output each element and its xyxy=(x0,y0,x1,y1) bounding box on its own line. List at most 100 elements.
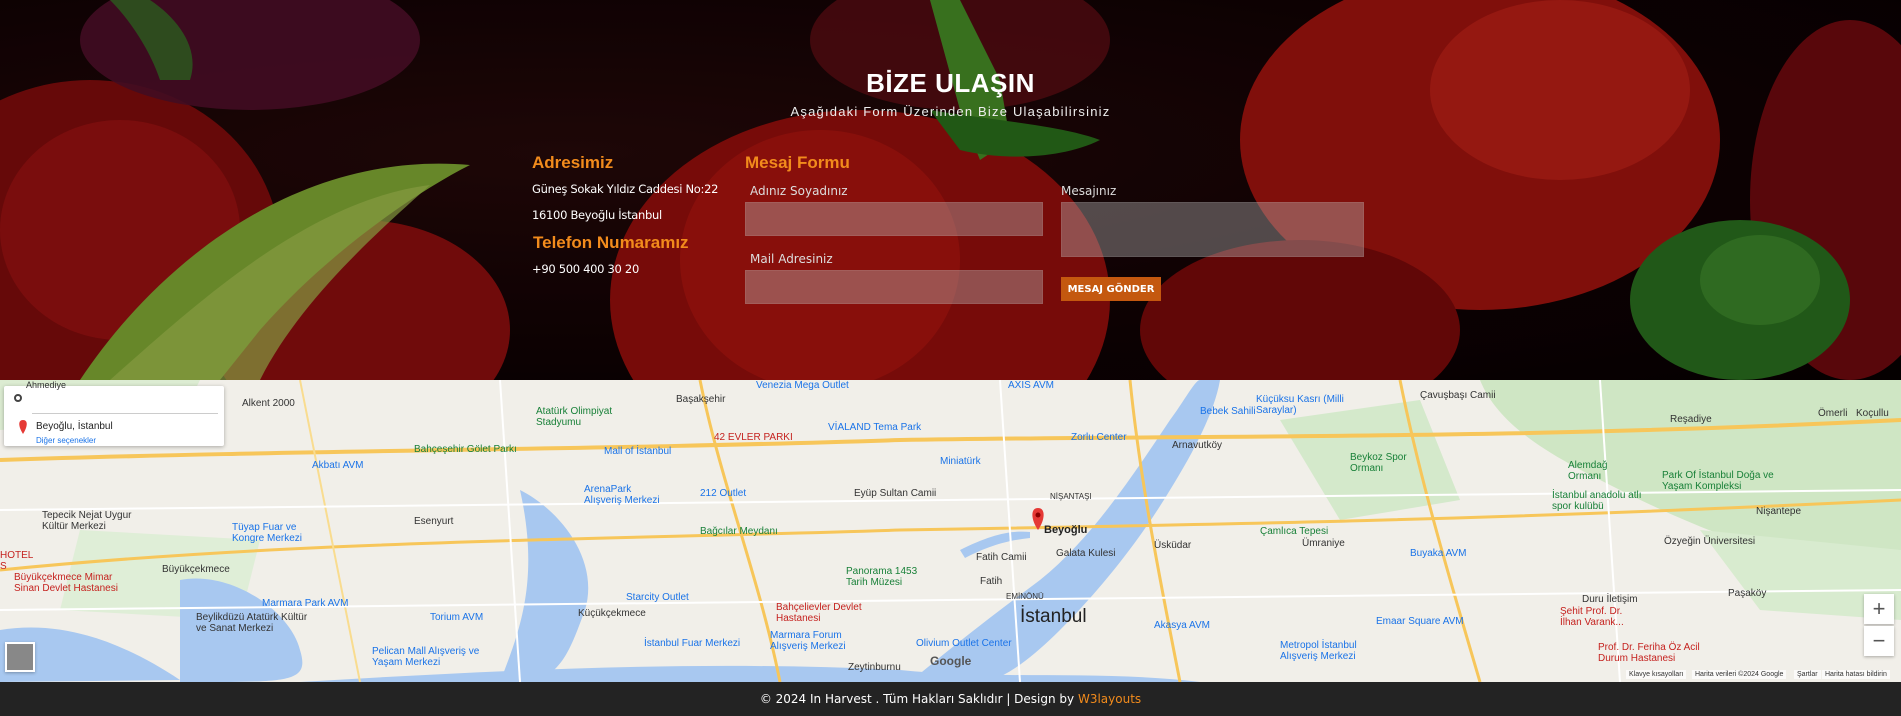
map-label: Şehit Prof. Dr. İlhan Varank... xyxy=(1560,606,1624,628)
mail-input[interactable] xyxy=(745,270,1043,304)
map-label: Bahçelievler Devlet Hastanesi xyxy=(776,602,862,624)
map-label: 212 Outlet xyxy=(700,488,747,499)
google-logo: Google xyxy=(930,654,972,668)
map-data-attribution: Harita verileri ©2024 Google xyxy=(1692,670,1787,679)
map-label: Küçüksu Kasrı (Milli Saraylar) xyxy=(1256,394,1344,416)
origin-input[interactable] xyxy=(32,390,218,408)
map-label: Beylikdüzü Atatürk Kültür ve Sanat Merke… xyxy=(196,612,308,634)
phone-heading: Telefon Numaramız xyxy=(533,233,689,252)
map-label: Nişantepe xyxy=(1756,506,1802,517)
map-label: Akasya AVM xyxy=(1154,620,1210,631)
w3layouts-link[interactable]: W3layouts xyxy=(1078,692,1141,706)
map-label: Zeytinburnu xyxy=(848,662,901,673)
name-label: Adınız Soyadınız xyxy=(750,184,848,198)
map-label: Koçullu xyxy=(1856,408,1889,419)
map-label: Çavuşbaşı Camii xyxy=(1420,390,1496,401)
site-footer: © 2024 In Harvest . Tüm Hakları Saklıdır… xyxy=(0,682,1901,716)
zoom-out-button[interactable]: − xyxy=(1864,626,1894,656)
address-heading: Adresimiz xyxy=(532,153,614,172)
map-label: Duru İletişim xyxy=(1582,594,1638,605)
map-label: Arnavutköy xyxy=(1172,440,1223,451)
contact-section: BİZE ULAŞIN Aşağıdaki Form Üzerinden Biz… xyxy=(0,0,1901,380)
map-label: Bağcılar Meydanı xyxy=(700,526,778,537)
location-marker-label: Beyoğlu xyxy=(1044,524,1088,536)
send-message-button[interactable]: MESAJ GÖNDER xyxy=(1061,277,1161,301)
address-line-2: 16100 Beyoğlu İstanbul xyxy=(532,208,662,222)
map-label: Starcity Outlet xyxy=(626,592,689,603)
map-label: Başakşehir xyxy=(676,394,726,405)
map-label: Bebek Sahili xyxy=(1200,406,1256,417)
map-label: İstanbul anadolu atlı spor kulübü xyxy=(1552,490,1642,512)
map-label: Emaar Square AVM xyxy=(1376,616,1464,627)
city-label: İstanbul xyxy=(1020,606,1087,627)
map-label: EMİNÖNÜ xyxy=(1006,592,1044,601)
map-label: Eyüp Sultan Camii xyxy=(854,488,937,499)
copyright-text: © 2024 In Harvest . Tüm Hakları Saklıdır… xyxy=(0,692,1901,706)
map-label: Tüyap Fuar ve Kongre Merkezi xyxy=(232,522,303,544)
destination-text: Beyoğlu, İstanbul xyxy=(36,421,113,432)
map-label: Özyeğin Üniversitesi xyxy=(1664,536,1756,547)
map-label: Marmara Park AVM xyxy=(262,598,349,609)
map-label: Panorama 1453 Tarih Müzesi xyxy=(846,566,918,588)
map-embed[interactable]: Beyoğlu, İstanbul Diğer seçenekler Alken… xyxy=(0,380,1901,682)
map-label: Alkent 2000 xyxy=(242,398,295,409)
map-label: Torium AVM xyxy=(430,612,484,623)
map-label: Fatih xyxy=(980,576,1003,587)
map-label: Büyükçekmece xyxy=(162,564,230,575)
map-label: Zorlu Center xyxy=(1071,432,1127,443)
map-label: Büyükçekmece Mimar Sinan Devlet Hastanes… xyxy=(14,572,118,594)
map-label: Akbatı AVM xyxy=(312,460,364,471)
map-label: Tepecik Nejat Uygur Kültür Merkezi xyxy=(42,510,132,532)
map-label: Üsküdar xyxy=(1154,540,1192,551)
destination-pin-icon xyxy=(19,420,27,434)
map-label: Paşaköy xyxy=(1728,588,1767,599)
map-label: Atatürk Olimpiyat Stadyumu xyxy=(536,406,613,428)
map-label: 42 EVLER PARKI xyxy=(714,432,793,443)
map-label: Esenyurt xyxy=(414,516,454,527)
terms-link[interactable]: Şartlar xyxy=(1794,670,1821,679)
map-label: Pelican Mall Alışveriş ve Yaşam Merkezi xyxy=(372,646,480,668)
map-label: HOTEL S xyxy=(0,550,33,572)
map-label: Alemdağ Ormanı xyxy=(1568,460,1608,482)
message-textarea[interactable] xyxy=(1061,202,1364,257)
map-label: Ahmediye xyxy=(26,380,67,390)
map-label: Çamlıca Tepesi xyxy=(1260,526,1329,537)
map-label: Miniatürk xyxy=(940,456,981,467)
origin-icon xyxy=(14,394,22,402)
directions-card[interactable]: Beyoğlu, İstanbul Diğer seçenekler xyxy=(4,386,224,446)
map-label: Ümraniye xyxy=(1302,538,1345,549)
map-label: Park Of İstanbul Doğa ve Yaşam Kompleksi xyxy=(1662,470,1774,492)
mail-label: Mail Adresiniz xyxy=(750,252,833,266)
map-label: Reşadiye xyxy=(1670,414,1712,425)
phone-number: +90 500 400 30 20 xyxy=(532,262,639,276)
map-label: Ömerli xyxy=(1818,408,1848,419)
more-options-link[interactable]: Diğer seçenekler xyxy=(36,436,96,445)
copyright-label: © 2024 In Harvest . Tüm Hakları Saklıdır… xyxy=(759,692,1078,706)
address-line-1: Güneş Sokak Yıldız Caddesi No:22 xyxy=(532,182,719,196)
map-label: AXIS AVM xyxy=(1008,380,1054,391)
map-label: Prof. Dr. Feriha Öz Acil Durum Hastanesi xyxy=(1598,642,1700,664)
map-label: Beykoz Spor Ormanı xyxy=(1350,452,1407,474)
map-label: Marmara Forum Alışveriş Merkezi xyxy=(770,630,846,652)
map-label: İstanbul Fuar Merkezi xyxy=(644,638,741,649)
zoom-in-button[interactable]: + xyxy=(1864,594,1894,624)
street-view-pegman-icon[interactable] xyxy=(5,642,35,672)
page-subtitle: Aşağıdaki Form Üzerinden Bize Ulaşabilir… xyxy=(790,104,1111,119)
map-label: VİALAND Tema Park xyxy=(828,422,922,433)
map-label: Fatih Camii xyxy=(976,552,1027,563)
map-label: Buyaka AVM xyxy=(1410,548,1467,559)
message-label: Mesajınız xyxy=(1061,184,1117,198)
map-label: Metropol İstanbul Alışveriş Merkezi xyxy=(1280,640,1357,662)
map-label: Bahçeşehir Gölet Parkı xyxy=(414,444,517,455)
map-label: Venezia Mega Outlet xyxy=(756,380,849,391)
report-map-error-link[interactable]: Harita hatası bildirin xyxy=(1822,670,1890,679)
page-title: BİZE ULAŞIN xyxy=(866,68,1035,98)
map-label: Olivium Outlet Center xyxy=(916,638,1012,649)
name-input[interactable] xyxy=(745,202,1043,236)
keyboard-shortcuts-link[interactable]: Klavye kısayolları xyxy=(1626,670,1687,679)
map-label: NİŞANTAŞI xyxy=(1050,492,1092,501)
map-label: ArenaPark Alışveriş Merkezi xyxy=(584,484,660,506)
map-label: Küçükçekmece xyxy=(578,608,646,619)
map-label: Mall of İstanbul xyxy=(604,446,672,457)
map-label: Galata Kulesi xyxy=(1056,548,1116,559)
